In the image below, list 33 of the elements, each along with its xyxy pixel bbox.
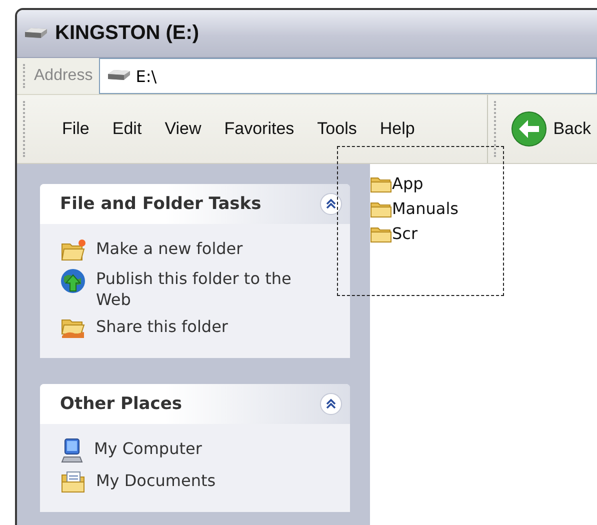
- double-chevron-icon: [325, 198, 337, 210]
- drive-icon: [23, 26, 49, 40]
- task-link[interactable]: My Documents: [96, 470, 296, 491]
- menu-item[interactable]: View: [156, 115, 210, 143]
- folder-item[interactable]: App: [370, 174, 424, 193]
- menu-item[interactable]: Help: [372, 115, 423, 143]
- back-button[interactable]: Back: [505, 107, 597, 151]
- documents-folder-icon: [60, 470, 86, 494]
- folder-item[interactable]: Scr: [370, 224, 418, 243]
- collapse-button[interactable]: [320, 393, 342, 415]
- menu-item[interactable]: Tools: [309, 115, 365, 143]
- folder-item[interactable]: Manuals: [370, 199, 458, 218]
- drive-icon: [106, 69, 132, 83]
- menu-item[interactable]: Favorites: [216, 115, 302, 143]
- folder-icon: [370, 200, 392, 218]
- collapse-button[interactable]: [320, 193, 342, 215]
- window-title: KINGSTON (E:): [55, 22, 200, 45]
- menu-item[interactable]: File: [54, 115, 98, 143]
- folder-icon: [370, 224, 392, 242]
- panel-title: File and Folder Tasks: [60, 194, 262, 214]
- address-field[interactable]: E:\: [98, 58, 597, 94]
- task-link[interactable]: Publish this folder to the Web: [96, 268, 296, 310]
- task-link[interactable]: My Computer: [94, 438, 294, 459]
- globe-upload-icon: [60, 268, 86, 294]
- computer-icon: [60, 438, 84, 464]
- menu-item[interactable]: Edit: [104, 115, 150, 143]
- task-link[interactable]: Share this folder: [96, 316, 296, 337]
- folder-icon: [370, 174, 392, 192]
- double-chevron-icon: [325, 398, 337, 410]
- panel-title: Other Places: [60, 394, 182, 414]
- new-folder-icon: [60, 238, 86, 262]
- address-label: Address: [34, 66, 94, 86]
- task-link[interactable]: Make a new folder: [96, 238, 296, 259]
